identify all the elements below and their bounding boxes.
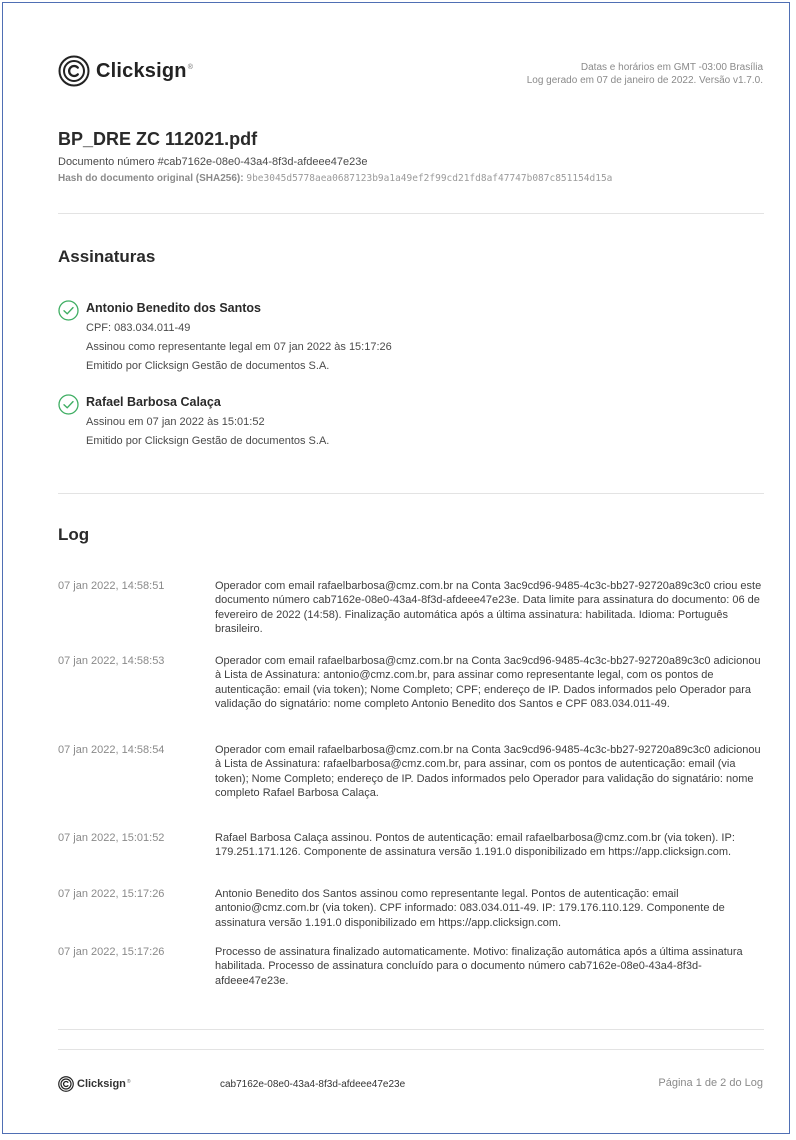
signer-name: Antonio Benedito dos Santos xyxy=(86,301,261,315)
clicksign-logo: Clicksign ® xyxy=(58,55,193,87)
log-timestamp: 07 jan 2022, 14:58:51 xyxy=(58,580,165,592)
divider xyxy=(58,213,764,214)
registered-mark: ® xyxy=(187,63,193,71)
footer-document-id: cab7162e-08e0-43a4-8f3d-afdeee47e23e xyxy=(220,1079,406,1090)
log-timestamp: 07 jan 2022, 14:58:53 xyxy=(58,655,165,667)
divider xyxy=(58,493,764,494)
document-hash: Hash do documento original (SHA256): 9be… xyxy=(58,173,612,184)
log-message: Antonio Benedito dos Santos assinou como… xyxy=(215,888,725,929)
logo-wordmark: Clicksign xyxy=(96,59,187,82)
log-timestamp: 07 jan 2022, 15:17:26 xyxy=(58,888,165,900)
clicksign-logo-icon xyxy=(58,1076,74,1092)
footer-logo: Clicksign ® xyxy=(58,1076,131,1092)
check-circle-icon xyxy=(58,300,79,321)
signatures-heading: Assinaturas xyxy=(58,247,156,266)
log-message: Operador com email rafaelbarbosa@cmz.com… xyxy=(215,580,762,636)
hash-label: Hash do documento original (SHA256): xyxy=(58,173,244,184)
timezone-note: Datas e horários em GMT -03:00 Brasília xyxy=(580,62,763,73)
footer-logo-wordmark: Clicksign xyxy=(77,1078,126,1090)
document-page: Clicksign ® Datas e horários em GMT -03:… xyxy=(2,2,790,1134)
signer-detail: Emitido por Clicksign Gestão de document… xyxy=(86,435,330,447)
header-meta: Datas e horários em GMT -03:00 Brasília … xyxy=(527,61,763,87)
clicksign-logo-icon xyxy=(58,55,90,87)
signer-name: Rafael Barbosa Calaça xyxy=(86,395,221,409)
document-number: Documento número #cab7162e-08e0-43a4-8f3… xyxy=(58,156,368,168)
footer-page-number: Página 1 de 2 do Log xyxy=(658,1077,763,1089)
signer-detail: Assinou como representante legal em 07 j… xyxy=(86,341,392,353)
divider xyxy=(58,1029,764,1030)
log-timestamp: 07 jan 2022, 15:17:26 xyxy=(58,946,165,958)
divider xyxy=(58,1049,764,1050)
document-title: BP_DRE ZC 112021.pdf xyxy=(58,129,258,149)
signer-detail: Emitido por Clicksign Gestão de document… xyxy=(86,360,330,372)
log-timestamp: 07 jan 2022, 14:58:54 xyxy=(58,744,165,756)
log-message: Rafael Barbosa Calaça assinou. Pontos de… xyxy=(215,832,735,859)
log-message: Processo de assinatura finalizado automa… xyxy=(215,946,743,987)
log-message: Operador com email rafaelbarbosa@cmz.com… xyxy=(215,744,761,800)
hash-value: 9be3045d5778aea0687123b9a1a49ef2f99cd21f… xyxy=(246,173,613,184)
log-generated-note: Log gerado em 07 de janeiro de 2022. Ver… xyxy=(526,75,763,86)
log-heading: Log xyxy=(58,525,90,544)
log-message: Operador com email rafaelbarbosa@cmz.com… xyxy=(215,655,761,711)
signer-detail: Assinou em 07 jan 2022 às 15:01:52 xyxy=(86,416,265,428)
footer-registered-mark: ® xyxy=(126,1078,131,1085)
log-timestamp: 07 jan 2022, 15:01:52 xyxy=(58,832,165,844)
check-circle-icon xyxy=(58,394,79,415)
signer-detail: CPF: 083.034.011-49 xyxy=(86,322,191,334)
